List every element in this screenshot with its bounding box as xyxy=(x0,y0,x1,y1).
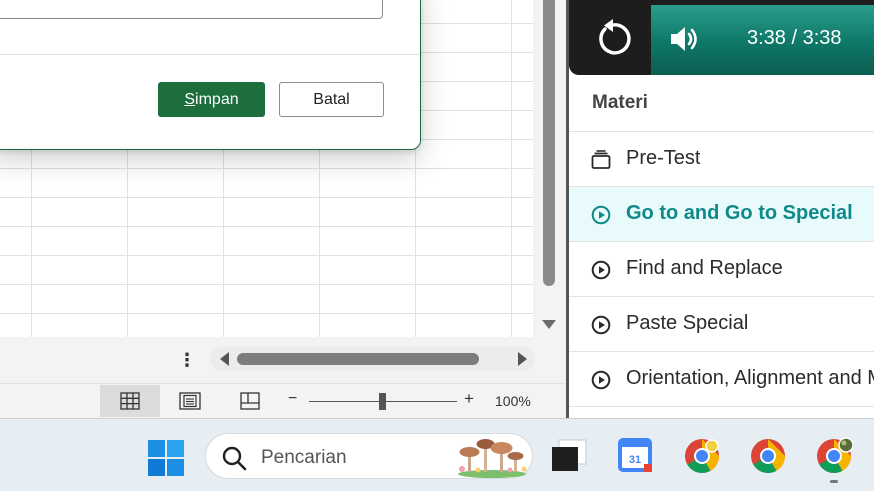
chrome-user-icon[interactable] xyxy=(815,437,854,475)
chrome-profile-icon[interactable] xyxy=(683,437,721,475)
running-indicator xyxy=(830,480,838,483)
search-placeholder: Pencarian xyxy=(261,447,347,468)
course-item-orientation[interactable]: Orientation, Alignment and Merge xyxy=(569,351,874,406)
horizontal-scrollbar[interactable] xyxy=(210,347,535,371)
course-item-label: Orientation, Alignment and Merge xyxy=(626,367,874,389)
zoom-out-button[interactable]: − xyxy=(288,390,297,408)
course-item-label: Find and Replace xyxy=(626,257,783,279)
play-circle-icon xyxy=(591,370,611,395)
scroll-right-arrow-icon[interactable] xyxy=(518,352,527,366)
scroll-left-arrow-icon[interactable] xyxy=(220,352,229,366)
play-circle-icon xyxy=(591,205,611,230)
dialog-text-field[interactable]: l xyxy=(0,0,383,19)
taskbar-search-box[interactable]: Pencarian xyxy=(205,433,533,479)
scroll-down-arrow-icon[interactable] xyxy=(542,320,556,329)
course-item-go-to-special[interactable]: Go to and Go to Special xyxy=(569,186,874,241)
dialog-divider xyxy=(0,54,420,55)
save-button[interactable]: Simpan xyxy=(158,82,265,117)
page-layout-icon xyxy=(179,392,201,410)
google-calendar-icon[interactable]: 31 xyxy=(617,437,655,475)
play-circle-icon xyxy=(591,315,611,340)
cancel-button[interactable]: Batal xyxy=(279,82,384,117)
search-highlight-art xyxy=(454,436,530,483)
course-item-find-replace[interactable]: Find and Replace xyxy=(569,241,874,296)
volume-icon[interactable] xyxy=(669,25,701,58)
replay-icon[interactable] xyxy=(593,19,633,64)
horizontal-scroll-thumb[interactable] xyxy=(237,353,479,365)
more-options-icon[interactable]: ⋮ xyxy=(178,350,196,372)
page-break-preview-button[interactable] xyxy=(220,385,280,417)
course-item-next[interactable] xyxy=(569,406,874,418)
video-player-controls: 3:38 / 3:38 xyxy=(569,0,874,75)
page-break-icon xyxy=(240,392,260,410)
search-icon xyxy=(221,445,247,476)
task-view-icon[interactable] xyxy=(550,437,588,475)
excel-window: ⋮ − + 100% S impan Batal xyxy=(0,0,566,418)
save-button-label: impan xyxy=(195,90,239,108)
dialog: l Simpan Batal xyxy=(0,0,421,150)
chrome-icon[interactable] xyxy=(749,437,787,475)
course-item-label: Pre-Test xyxy=(626,147,701,169)
vertical-scrollbar[interactable] xyxy=(533,0,566,337)
save-button-mnemonic: S xyxy=(184,90,196,108)
course-item-paste-special[interactable]: Paste Special xyxy=(569,296,874,351)
svg-text:31: 31 xyxy=(629,454,641,466)
course-item-pre-test[interactable]: Pre-Test xyxy=(569,131,874,186)
zoom-slider-thumb[interactable] xyxy=(379,393,386,410)
windows-start-icon[interactable] xyxy=(148,440,184,481)
quiz-icon xyxy=(591,150,611,175)
course-item-label: Go to and Go to Special xyxy=(626,202,853,224)
section-title: Materi xyxy=(592,92,648,113)
normal-view-icon xyxy=(120,392,140,410)
course-item-label: Paste Special xyxy=(626,312,749,334)
vertical-scroll-thumb[interactable] xyxy=(543,0,555,286)
normal-view-button[interactable] xyxy=(100,385,160,417)
playback-time: 3:38 / 3:38 xyxy=(747,27,842,49)
play-circle-icon xyxy=(591,260,611,285)
zoom-level[interactable]: 100% xyxy=(495,393,531,409)
zoom-in-button[interactable]: + xyxy=(464,389,474,409)
status-bar: − + 100% xyxy=(0,383,566,418)
page-layout-view-button[interactable] xyxy=(160,385,220,417)
course-panel: 3:38 / 3:38 Materi Pre-Test Go to and Go… xyxy=(569,0,874,418)
taskbar: Pencarian 31 xyxy=(0,418,874,491)
